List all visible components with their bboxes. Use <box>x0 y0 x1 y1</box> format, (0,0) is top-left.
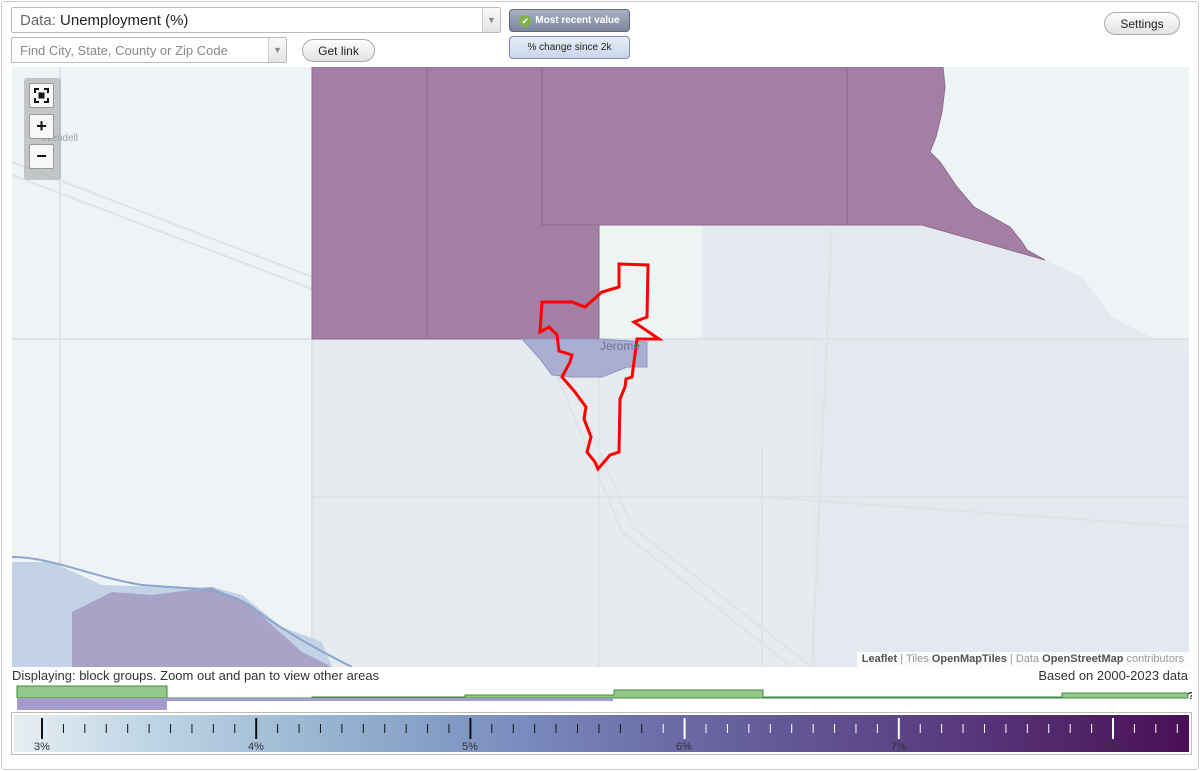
search-box[interactable]: ▼ <box>11 37 287 63</box>
get-link-button[interactable]: Get link <box>302 39 375 62</box>
attribution-osm-link[interactable]: OpenStreetMap <box>1042 653 1123 665</box>
most-recent-value-label: Most recent value <box>535 15 620 26</box>
legend-tick-label: 7% <box>891 741 907 753</box>
histogram-purple-bar <box>17 698 167 710</box>
data-range-note: Based on 2000-2023 data <box>1038 668 1188 683</box>
settings-button[interactable]: Settings <box>1104 12 1180 35</box>
attribution-tiles-prefix: Tiles <box>905 653 929 665</box>
legend-tick-label: 5% <box>462 741 478 753</box>
zoom-controls: + − <box>24 78 61 180</box>
histogram-graphic: ? <box>16 685 1194 710</box>
map-canvas: Jerome Wendell <box>12 67 1189 667</box>
legend-tick-label: 6% <box>676 741 692 753</box>
attribution-data-prefix: Data <box>1015 653 1040 665</box>
distribution-histogram: ? <box>12 684 1194 712</box>
zoom-in-button[interactable]: + <box>29 114 54 139</box>
percent-change-button[interactable]: % change since 2k <box>509 36 630 59</box>
fullscreen-button[interactable] <box>29 83 54 108</box>
data-select-value: Unemployment (%) <box>60 11 189 29</box>
minus-icon: − <box>36 146 47 166</box>
legend-ticks <box>41 718 1178 739</box>
histogram-purple-bar <box>167 698 613 701</box>
histogram-help-mark[interactable]: ? <box>1188 691 1194 702</box>
legend-tick-label: 8% <box>1105 741 1121 753</box>
legend-tick-label: 4% <box>248 741 264 753</box>
attribution-contributors: contributors <box>1126 653 1184 665</box>
histogram-green <box>16 685 1189 699</box>
check-icon: ✔ <box>519 14 532 27</box>
map-attribution: Leaflet | Tiles OpenMapTiles | Data Open… <box>856 652 1189 667</box>
block-group-area <box>599 225 702 339</box>
data-select-prefix: Data: <box>20 11 56 29</box>
attribution-leaflet-link[interactable]: Leaflet <box>862 653 897 665</box>
attribution-tiles-link[interactable]: OpenMapTiles <box>932 653 1007 665</box>
chevron-down-icon[interactable]: ▼ <box>268 38 286 62</box>
percent-change-label: % change since 2k <box>527 42 612 53</box>
data-select[interactable]: Data: Unemployment (%) ▼ <box>11 7 501 33</box>
place-label-jerome: Jerome <box>600 339 640 353</box>
displaying-status: Displaying: block groups. Zoom out and p… <box>12 668 380 683</box>
legend-tick-label: 3% <box>34 741 50 753</box>
zoom-out-button[interactable]: − <box>29 144 54 169</box>
chevron-down-icon[interactable]: ▼ <box>482 8 500 32</box>
plus-icon: + <box>36 116 47 136</box>
search-input[interactable] <box>12 38 268 62</box>
map[interactable]: Jerome Wendell <box>12 67 1189 667</box>
fullscreen-icon <box>34 88 49 103</box>
most-recent-value-button[interactable]: ✔ Most recent value <box>509 9 630 32</box>
color-scale-legend[interactable]: 3% 4% 5% 6% 7% 8% <box>11 712 1192 755</box>
